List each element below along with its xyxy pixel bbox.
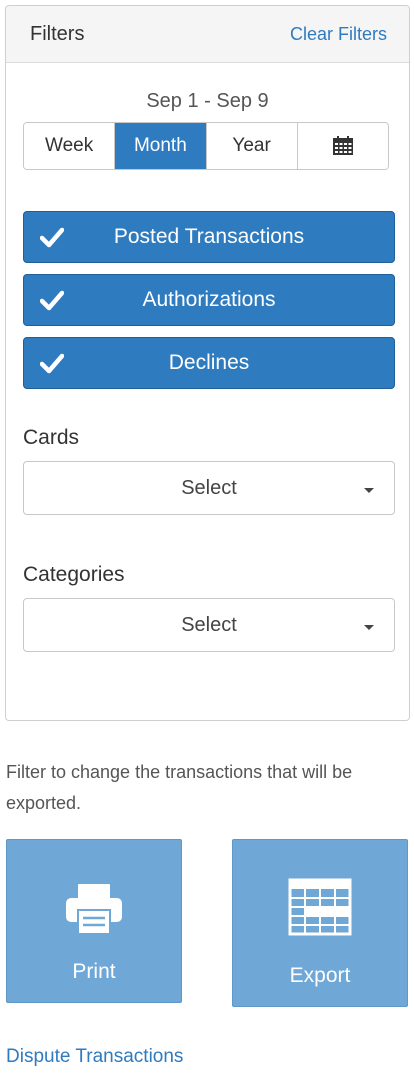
period-year-button[interactable]: Year [206, 123, 298, 169]
export-hint: Filter to change the transactions that w… [6, 762, 353, 813]
date-range-label: Sep 1 - Sep 9 [146, 90, 269, 112]
filters-panel: Filters Clear Filters Sep 1 - Sep 9 Week… [5, 5, 410, 721]
posted-transactions-label: Posted Transactions [113, 225, 305, 248]
caret-down-icon [364, 488, 374, 493]
calendar-button[interactable] [297, 123, 388, 169]
export-label: Export [289, 964, 351, 987]
transaction-type-toggles: Posted Transactions Authorizations Decli… [23, 211, 395, 389]
categories-label: Categories [23, 563, 125, 586]
posted-transactions-toggle[interactable]: Posted Transactions [23, 211, 395, 263]
check-icon [40, 227, 64, 248]
authorizations-label: Authorizations [142, 288, 276, 311]
cards-label: Cards [23, 426, 80, 449]
export-button[interactable]: Export [232, 839, 408, 1007]
period-selector: Week Month Year [23, 122, 389, 170]
declines-toggle[interactable]: Declines [23, 337, 395, 389]
cards-select-value: Select [181, 476, 237, 499]
authorizations-toggle[interactable]: Authorizations [23, 274, 395, 326]
print-label: Print [72, 960, 116, 983]
dispute-transactions-link[interactable]: Dispute Transactions [6, 1046, 183, 1068]
caret-down-icon [364, 625, 374, 630]
check-icon [40, 290, 64, 311]
printer-icon [66, 884, 122, 935]
period-week-button[interactable]: Week [24, 123, 116, 169]
calendar-icon [332, 136, 353, 155]
clear-filters-link[interactable]: Clear Filters [290, 24, 387, 45]
filters-title: Filters [30, 22, 85, 45]
categories-select-value: Select [181, 613, 237, 636]
period-month-button[interactable]: Month [115, 123, 207, 169]
declines-label: Declines [168, 351, 250, 374]
cards-select[interactable]: Select [23, 461, 395, 515]
spreadsheet-icon [288, 878, 352, 936]
check-icon [40, 353, 64, 374]
filters-header: Filters Clear Filters [6, 6, 409, 63]
print-button[interactable]: Print [6, 839, 182, 1003]
categories-select[interactable]: Select [23, 598, 395, 652]
